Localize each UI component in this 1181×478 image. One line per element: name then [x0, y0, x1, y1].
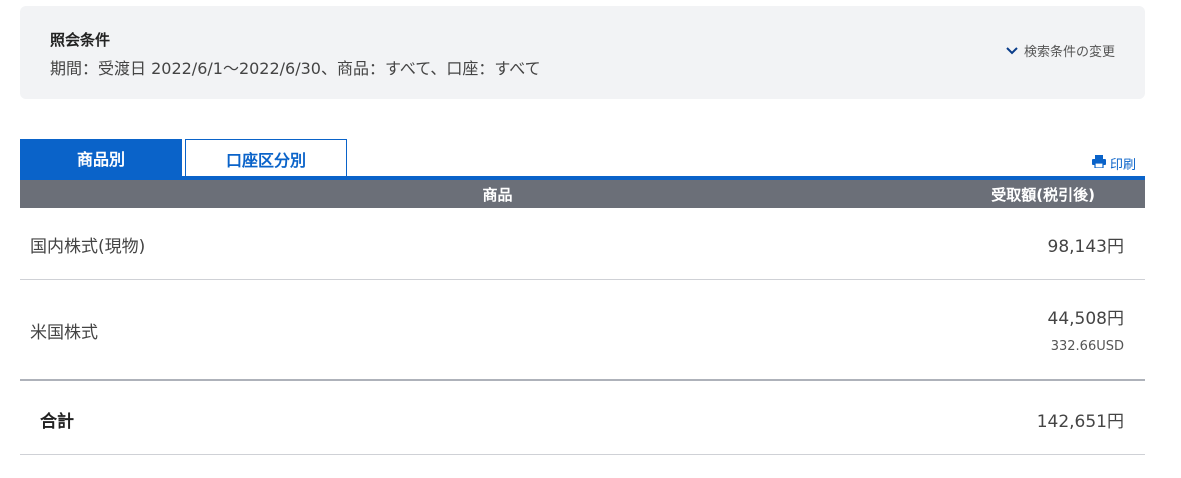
- total-label: 合計: [40, 412, 74, 432]
- print-button[interactable]: 印刷: [1091, 154, 1136, 173]
- search-condition-panel: 照会条件 期間：受渡日 2022/6/1〜2022/6/30、商品：すべて、口座…: [20, 6, 1145, 99]
- tab-by-product[interactable]: 商品別: [20, 139, 182, 177]
- table-row: 米国株式 44,508円 332.66USD: [20, 280, 1145, 381]
- condition-title: 照会条件: [50, 31, 111, 49]
- change-condition-link[interactable]: 検索条件の変更: [1006, 41, 1115, 60]
- condition-detail: 期間：受渡日 2022/6/1〜2022/6/30、商品：すべて、口座：すべて: [50, 59, 541, 78]
- print-label: 印刷: [1109, 158, 1136, 173]
- header-product: 商品: [482, 185, 513, 204]
- row-amount-usd: 332.66USD: [1050, 339, 1124, 354]
- table-header: 商品 受取額(税引後): [20, 180, 1145, 208]
- header-amount: 受取額(税引後): [991, 185, 1095, 204]
- row-amount: 44,508円: [1047, 309, 1124, 329]
- row-amount: 98,143円: [1047, 237, 1124, 257]
- tab-by-product-label: 商品別: [76, 150, 125, 169]
- row-product: 国内株式(現物): [30, 237, 146, 257]
- table-row: 国内株式(現物) 98,143円: [20, 208, 1145, 280]
- tab-by-account-label: 口座区分別: [225, 150, 306, 170]
- total-row: 合計 142,651円: [20, 382, 1145, 455]
- chevron-down-icon: [1006, 46, 1018, 55]
- total-amount: 142,651円: [1036, 412, 1124, 432]
- printer-icon: [1091, 155, 1106, 172]
- tab-by-account[interactable]: 口座区分別: [185, 139, 347, 177]
- change-condition-label: 検索条件の変更: [1023, 45, 1115, 60]
- row-product: 米国株式: [30, 323, 98, 343]
